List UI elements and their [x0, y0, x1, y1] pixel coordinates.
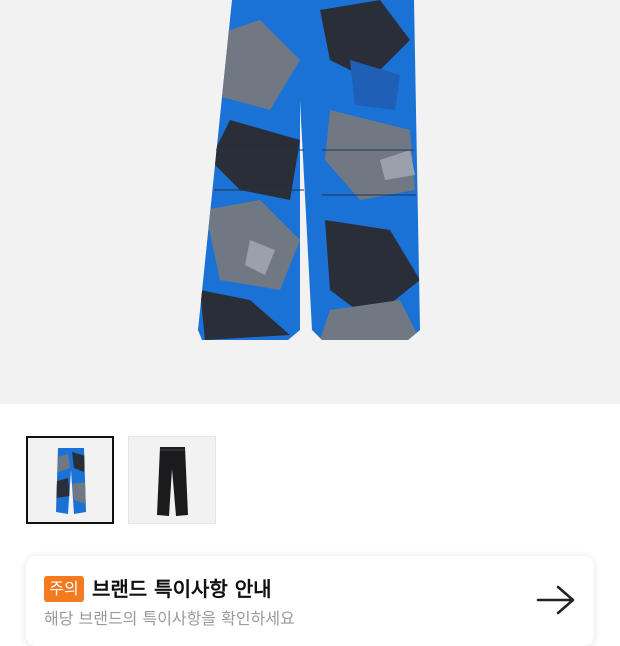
- black-pants-thumbnail: [157, 447, 188, 516]
- thumbnail-black-pants[interactable]: [128, 436, 216, 524]
- brand-notice-card[interactable]: 주의 브랜드 특이사항 안내 해당 브랜드의 특이사항을 확인하세요: [26, 556, 594, 646]
- caution-badge: 주의: [44, 576, 84, 602]
- camo-pants-thumbnail: [56, 448, 86, 514]
- arrow-right-icon[interactable]: [536, 584, 576, 616]
- thumbnail-strip: [26, 436, 216, 524]
- notice-subtitle: 해당 브랜드의 특이사항을 확인하세요: [44, 609, 295, 628]
- thumbnail-camo-pants[interactable]: [26, 436, 114, 524]
- notice-title: 브랜드 특이사항 안내: [92, 577, 272, 601]
- product-main-image: [0, 0, 620, 404]
- camo-cargo-pants-image: [198, 0, 420, 340]
